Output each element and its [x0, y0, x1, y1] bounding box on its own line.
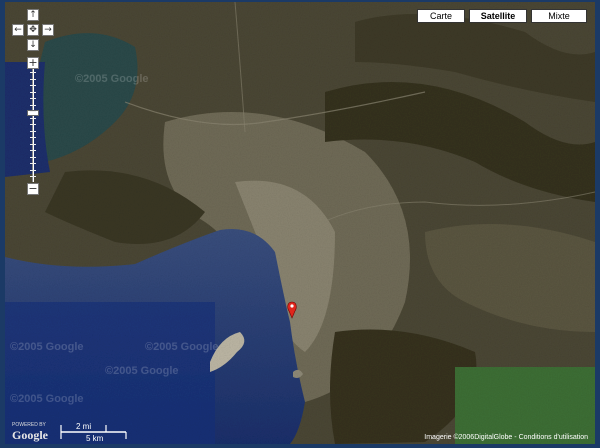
zoom-tick[interactable] — [30, 156, 36, 158]
zoom-tick[interactable] — [30, 117, 36, 119]
zoom-tick[interactable] — [30, 130, 36, 132]
zoom-tick[interactable] — [30, 78, 36, 80]
google-logo[interactable]: POWERED BY Google — [10, 420, 56, 442]
map-frame: ©2005 Google ©2005 Google ©2005 Google ©… — [5, 2, 595, 444]
zoom-tick[interactable] — [30, 124, 36, 125]
google-watermark: ©2005 Google — [75, 73, 149, 85]
google-watermark: ©2005 Google — [10, 341, 84, 353]
scale-bar: 2 mi 5 km — [60, 421, 130, 443]
pan-right-button[interactable]: → — [42, 24, 54, 36]
zoom-tick[interactable] — [30, 72, 36, 73]
zoom-tick[interactable] — [30, 91, 36, 93]
map-type-satellite-button[interactable]: Satellite — [469, 9, 527, 23]
google-watermark: ©2005 Google — [145, 341, 219, 353]
zoom-tick[interactable] — [30, 111, 36, 112]
map-type-carte-button[interactable]: Carte — [417, 9, 465, 23]
zoom-tick[interactable] — [30, 169, 36, 171]
zoom-tick[interactable] — [30, 137, 36, 138]
pan-up-button[interactable]: ↑ — [27, 9, 39, 21]
zoom-tick[interactable] — [30, 98, 36, 99]
zoom-in-button[interactable]: + — [27, 57, 39, 69]
zoom-slider[interactable] — [27, 69, 39, 182]
zoom-tick[interactable] — [30, 150, 36, 151]
pan-center-button[interactable]: ✥ — [27, 24, 39, 36]
zoom-tick[interactable] — [30, 104, 36, 106]
google-watermark: ©2005 Google — [10, 393, 84, 405]
imagery-credit: Imagerie ©2006DigitalGlobe — [424, 434, 513, 441]
terms-of-use-link[interactable]: Conditions d'utilisation — [519, 434, 588, 441]
zoom-out-button[interactable]: − — [27, 183, 39, 195]
pan-left-button[interactable]: ← — [12, 24, 24, 36]
pan-down-button[interactable]: ↓ — [27, 39, 39, 51]
scale-km-label: 5 km — [86, 434, 104, 443]
copyright-notice: Imagerie ©2006DigitalGlobe - Conditions … — [424, 434, 588, 441]
map-type-mixte-button[interactable]: Mixte — [531, 9, 587, 23]
zoom-tick[interactable] — [30, 163, 36, 164]
scale-miles-label: 2 mi — [76, 422, 92, 431]
zoom-tick[interactable] — [30, 143, 36, 145]
zoom-tick[interactable] — [30, 85, 36, 86]
google-brand-label: Google — [12, 428, 49, 442]
satellite-map[interactable]: ©2005 Google ©2005 Google ©2005 Google ©… — [5, 2, 595, 444]
zoom-tick[interactable] — [30, 176, 36, 177]
google-watermark: ©2005 Google — [105, 365, 179, 377]
